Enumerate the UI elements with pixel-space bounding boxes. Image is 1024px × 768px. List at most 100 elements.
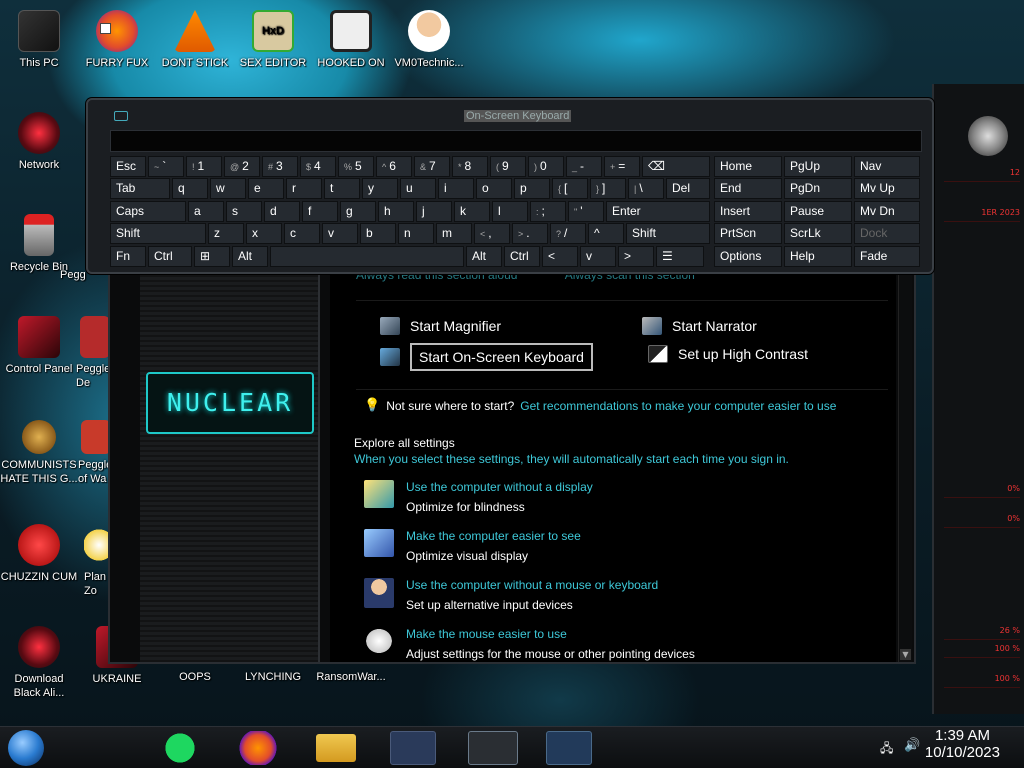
- key-g[interactable]: g: [340, 200, 376, 222]
- taskbar-app-active[interactable]: [468, 731, 518, 765]
- key-[interactable]: " ': [568, 200, 604, 222]
- taskbar-app-control-panel[interactable]: [390, 731, 436, 765]
- taskbar-app-osk[interactable]: [546, 731, 592, 765]
- start-narrator-link[interactable]: Start Narrator: [642, 317, 757, 335]
- key-v[interactable]: v: [322, 223, 358, 245]
- key-alt[interactable]: Alt: [232, 245, 268, 267]
- key-w[interactable]: w: [210, 178, 246, 200]
- volume-tray-icon[interactable]: 🔊: [904, 738, 920, 753]
- start-osk-button[interactable]: Start On-Screen Keyboard: [380, 343, 593, 371]
- desktop-icon-hooked-on[interactable]: HOOKED ON: [312, 10, 390, 70]
- recommendations-link[interactable]: Get recommendations to make your compute…: [520, 399, 836, 413]
- key-c[interactable]: c: [284, 223, 320, 245]
- key-[interactable]: }]: [590, 178, 626, 200]
- key-u[interactable]: u: [400, 178, 436, 200]
- key-shift[interactable]: Shift: [626, 223, 710, 245]
- key-z[interactable]: z: [208, 223, 244, 245]
- key-fade[interactable]: Fade: [854, 245, 920, 267]
- key-[interactable]: _ -: [566, 156, 602, 177]
- key-d[interactable]: d: [264, 200, 300, 222]
- scroll-down-icon[interactable]: ▼: [900, 649, 911, 660]
- key-nav[interactable]: Nav: [854, 156, 920, 177]
- desktop-icon-oops[interactable]: OOPS: [156, 670, 234, 684]
- key-1[interactable]: ! 1: [186, 156, 222, 177]
- key-b[interactable]: b: [360, 223, 396, 245]
- desktop-icon-black-ali[interactable]: Download Black Ali...: [0, 626, 78, 700]
- desktop-icon-network[interactable]: Network: [0, 112, 78, 172]
- desktop-icon-dont-stick[interactable]: DONT STICK: [156, 10, 234, 70]
- key-5[interactable]: % 5: [338, 156, 374, 177]
- key-[interactable]: + =: [604, 156, 640, 177]
- desktop-icon-ransomware[interactable]: RansomWar...: [312, 670, 390, 684]
- key-p[interactable]: p: [514, 178, 550, 200]
- key-v[interactable]: v: [580, 245, 616, 267]
- key-8[interactable]: * 8: [452, 156, 488, 177]
- key-pause[interactable]: Pause: [784, 200, 852, 222]
- key-shift[interactable]: Shift: [110, 223, 206, 245]
- key-prtscn[interactable]: PrtScn: [714, 223, 782, 245]
- desktop-icon-furry-fux[interactable]: FURRY FUX: [78, 10, 156, 70]
- firefox-icon[interactable]: [238, 731, 278, 765]
- key-options[interactable]: Options: [714, 245, 782, 267]
- key-[interactable]: | \: [628, 178, 664, 200]
- key-space[interactable]: [270, 245, 464, 267]
- key-6[interactable]: ^ 6: [376, 156, 412, 177]
- key-ctrl[interactable]: Ctrl: [148, 245, 192, 267]
- key-del[interactable]: Del: [666, 178, 710, 200]
- key-0[interactable]: ) 0: [528, 156, 564, 177]
- key-f[interactable]: f: [302, 200, 338, 222]
- key-2[interactable]: @2: [224, 156, 260, 177]
- key-[interactable]: ⌫: [642, 156, 710, 177]
- key-ctrl[interactable]: Ctrl: [504, 245, 540, 267]
- key-[interactable]: ~ `: [148, 156, 184, 177]
- key-o[interactable]: o: [476, 178, 512, 200]
- start-button[interactable]: [8, 730, 44, 766]
- desktop-icon-this-pc[interactable]: This PC: [0, 10, 78, 70]
- network-tray-icon[interactable]: 🖧: [880, 739, 893, 760]
- key-end[interactable]: End: [714, 178, 782, 200]
- desktop-icon-chuzzin[interactable]: CHUZZIN CUM: [0, 524, 78, 584]
- key-alt[interactable]: Alt: [466, 245, 502, 267]
- key-caps[interactable]: Caps: [110, 200, 186, 222]
- key-pgdn[interactable]: PgDn: [784, 178, 852, 200]
- desktop-icon-sex-editor[interactable]: HxD SEX EDITOR: [234, 10, 312, 70]
- key-t[interactable]: t: [324, 178, 360, 200]
- key-mvdn[interactable]: Mv Dn: [854, 200, 920, 222]
- key-h[interactable]: h: [378, 200, 414, 222]
- key-[interactable]: ? /: [550, 223, 586, 245]
- key-i[interactable]: i: [438, 178, 474, 200]
- key-enter[interactable]: Enter: [606, 200, 710, 222]
- vertical-scrollbar[interactable]: ▼: [898, 272, 912, 662]
- key-s[interactable]: s: [226, 200, 262, 222]
- key-[interactable]: ^: [588, 223, 624, 245]
- start-magnifier-link[interactable]: Start Magnifier: [380, 317, 501, 335]
- key-[interactable]: ☰: [656, 245, 704, 267]
- key-dock[interactable]: Dock: [854, 223, 920, 245]
- high-contrast-link[interactable]: Set up High Contrast: [648, 345, 808, 363]
- desktop-icon-control-panel[interactable]: Control Panel: [0, 316, 78, 376]
- key-a[interactable]: a: [188, 200, 224, 222]
- key-esc[interactable]: Esc: [110, 156, 146, 177]
- key-y[interactable]: y: [362, 178, 398, 200]
- key-pgup[interactable]: PgUp: [784, 156, 852, 177]
- key-r[interactable]: r: [286, 178, 322, 200]
- key-[interactable]: ⊞: [194, 245, 230, 267]
- key-k[interactable]: k: [454, 200, 490, 222]
- key-9[interactable]: (9: [490, 156, 526, 177]
- key-[interactable]: <: [542, 245, 578, 267]
- key-4[interactable]: $4: [300, 156, 336, 177]
- key-l[interactable]: l: [492, 200, 528, 222]
- key-3[interactable]: #3: [262, 156, 298, 177]
- key-x[interactable]: x: [246, 223, 282, 245]
- key-mvup[interactable]: Mv Up: [854, 178, 920, 200]
- key-home[interactable]: Home: [714, 156, 782, 177]
- key-[interactable]: :;: [530, 200, 566, 222]
- spotify-icon[interactable]: [160, 731, 200, 765]
- key-[interactable]: {[: [552, 178, 588, 200]
- key-insert[interactable]: Insert: [714, 200, 782, 222]
- key-n[interactable]: n: [398, 223, 434, 245]
- file-explorer-icon[interactable]: [316, 734, 356, 762]
- key-7[interactable]: & 7: [414, 156, 450, 177]
- key-[interactable]: >: [618, 245, 654, 267]
- desktop-icon-vm0technic[interactable]: VM0Technic...: [390, 10, 468, 70]
